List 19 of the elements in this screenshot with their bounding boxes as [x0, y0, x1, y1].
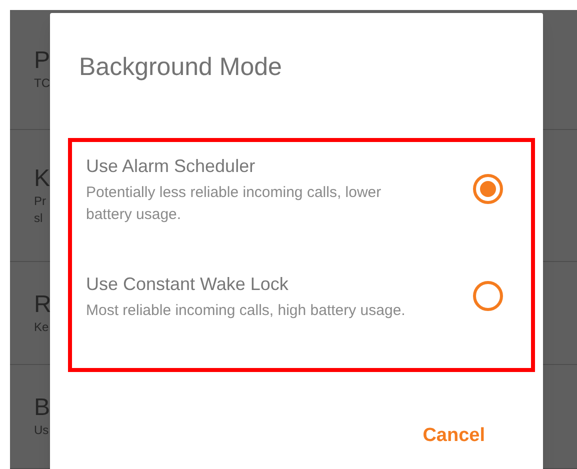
cancel-button[interactable]: Cancel: [422, 422, 485, 450]
list-item-subtitle: Ke: [34, 318, 49, 336]
radio-button[interactable]: [473, 174, 503, 204]
option-description: Potentially less reliable incoming calls, lower battery usage.: [86, 183, 382, 225]
dialog-title: Background Mode: [79, 53, 282, 81]
list-item-title: B: [34, 394, 50, 422]
option-description: Most reliable incoming calls, high battery usage.: [86, 301, 406, 321]
option-label: Use Alarm Scheduler: [86, 155, 256, 178]
list-item-title: K: [34, 164, 50, 192]
option-label: Use Constant Wake Lock: [86, 273, 290, 296]
list-item-subtitle: Us: [34, 422, 49, 439]
radio-button[interactable]: [473, 281, 503, 311]
radio-option[interactable]: Use Constant Wake Lock Most reliable incoming calls, high battery usage.: [72, 270, 531, 322]
list-item-subtitle: sl: [34, 210, 43, 226]
list-item-subtitle: Pr: [34, 192, 46, 210]
radio-option[interactable]: Use Alarm Scheduler Potentially less reliable incoming calls, lower battery usage.: [72, 152, 531, 226]
list-item-title: R: [34, 290, 52, 318]
list-item-subtitle: TC: [34, 75, 50, 92]
list-item-title: P: [34, 47, 50, 75]
